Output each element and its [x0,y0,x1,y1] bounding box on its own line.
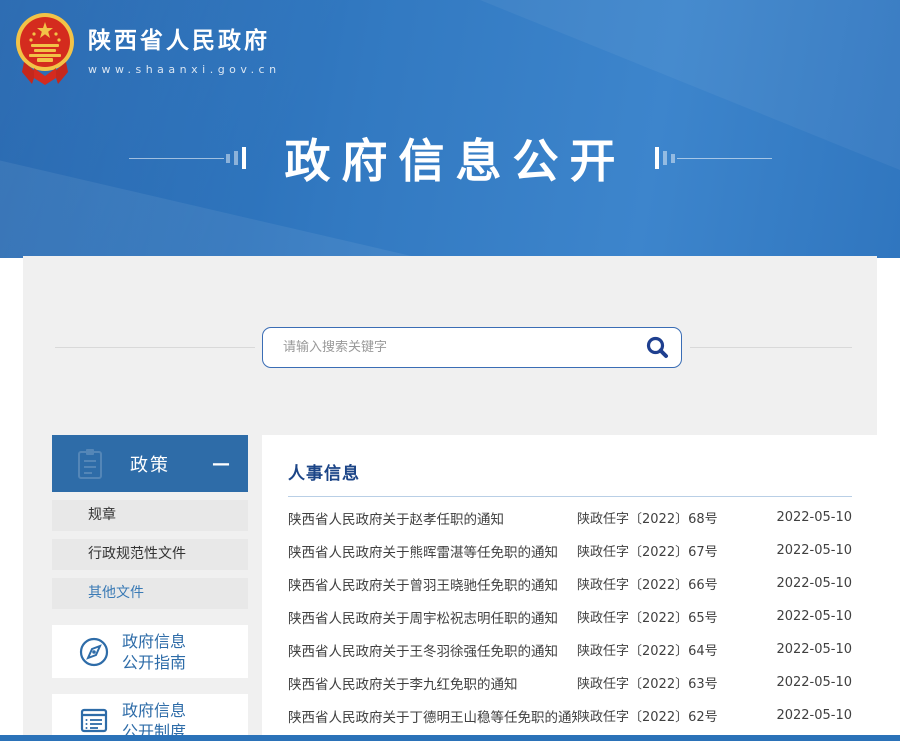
site-name: 陕西省人民政府 [88,21,281,55]
sidebar-card-disclosure-guide[interactable]: 政府信息 公开指南 [52,625,248,678]
doc-number: 陕政任字〔2022〕64号 [577,640,772,659]
table-row[interactable]: 陕西省人民政府关于王冬羽徐强任免职的通知 陕政任字〔2022〕64号 2022-… [288,633,852,666]
doc-date: 2022-05-10 [772,576,852,591]
national-emblem-icon [14,10,76,86]
search-divider-left [55,347,255,348]
doc-title-link[interactable]: 陕西省人民政府关于熊晖雷湛等任免职的通知 [288,541,577,561]
search-icon [644,335,670,361]
table-row[interactable]: 陕西省人民政府关于周宇松祝志明任职的通知 陕政任字〔2022〕65号 2022-… [288,600,852,633]
title-decoration-right [653,147,772,169]
doc-title-link[interactable]: 陕西省人民政府关于王冬羽徐强任免职的通知 [288,640,577,660]
sidebar-item-other-documents[interactable]: 其他文件 [52,578,248,609]
site-url: www.shaanxi.gov.cn [88,63,281,76]
table-row[interactable]: 陕西省人民政府关于熊晖雷湛等任免职的通知 陕政任字〔2022〕67号 2022-… [288,534,852,567]
doc-number: 陕政任字〔2022〕62号 [577,706,772,725]
compass-icon [78,636,110,668]
doc-number: 陕政任字〔2022〕63号 [577,673,772,692]
page-title: 政府信息公开 [274,125,627,191]
table-row[interactable]: 陕西省人民政府关于赵孝任职的通知 陕政任字〔2022〕68号 2022-05-1… [288,501,852,534]
collapse-minus-icon[interactable]: — [212,453,230,474]
doc-number: 陕政任字〔2022〕66号 [577,574,772,593]
search-input[interactable] [263,340,633,355]
document-list-icon [78,705,110,737]
policy-doc-icon [78,449,104,479]
doc-date: 2022-05-10 [772,543,852,558]
doc-date: 2022-05-10 [772,609,852,624]
sidebar-item-regulations[interactable]: 规章 [52,500,248,531]
table-row[interactable]: 陕西省人民政府关于丁德明王山稳等任免职的通知 陕政任字〔2022〕62号 202… [288,699,852,732]
doc-date: 2022-05-10 [772,510,852,525]
card-label-line1: 政府信息 [122,700,186,721]
sidebar-group-label: 政策 [130,451,170,477]
hero-banner: 陕西省人民政府 www.shaanxi.gov.cn 政府信息公开 [0,0,900,258]
doc-title-link[interactable]: 陕西省人民政府关于曾羽王晓驰任免职的通知 [288,574,577,594]
search-box [262,327,682,368]
doc-title-link[interactable]: 陕西省人民政府关于周宇松祝志明任职的通知 [288,607,577,627]
doc-number: 陕政任字〔2022〕67号 [577,541,772,560]
doc-number: 陕政任字〔2022〕65号 [577,607,772,626]
footer-strip [0,735,900,741]
sidebar-item-label: 其他文件 [88,585,144,601]
document-list: 陕西省人民政府关于赵孝任职的通知 陕政任字〔2022〕68号 2022-05-1… [288,501,852,732]
doc-date: 2022-05-10 [772,642,852,657]
card-label-line1: 政府信息 [122,631,186,652]
section-title: 人事信息 [288,459,852,484]
search-button[interactable] [633,328,681,367]
table-row[interactable]: 陕西省人民政府关于李九红免职的通知 陕政任字〔2022〕63号 2022-05-… [288,666,852,699]
sidebar-item-label: 规章 [88,507,116,523]
section-divider [288,496,852,497]
main-content: 人事信息 陕西省人民政府关于赵孝任职的通知 陕政任字〔2022〕68号 2022… [262,435,878,741]
sidebar-item-normative-documents[interactable]: 行政规范性文件 [52,539,248,570]
site-logo[interactable]: 陕西省人民政府 www.shaanxi.gov.cn [14,10,281,86]
sidebar-group-policy[interactable]: 政策 — [52,435,248,492]
sidebar: 政策 — 规章 行政规范性文件 其他文件 政府信息 公开指南 政府信息 公开制 [52,435,248,747]
doc-title-link[interactable]: 陕西省人民政府关于丁德明王山稳等任免职的通知 [288,706,577,726]
search-divider-right [690,347,852,348]
sidebar-item-label: 行政规范性文件 [88,546,186,562]
doc-number: 陕政任字〔2022〕68号 [577,508,772,527]
doc-date: 2022-05-10 [772,675,852,690]
title-decoration-left [129,147,248,169]
doc-title-link[interactable]: 陕西省人民政府关于赵孝任职的通知 [288,508,577,528]
doc-title-link[interactable]: 陕西省人民政府关于李九红免职的通知 [288,673,577,693]
doc-date: 2022-05-10 [772,708,852,723]
card-label-line2: 公开指南 [122,652,186,673]
table-row[interactable]: 陕西省人民政府关于曾羽王晓驰任免职的通知 陕政任字〔2022〕66号 2022-… [288,567,852,600]
